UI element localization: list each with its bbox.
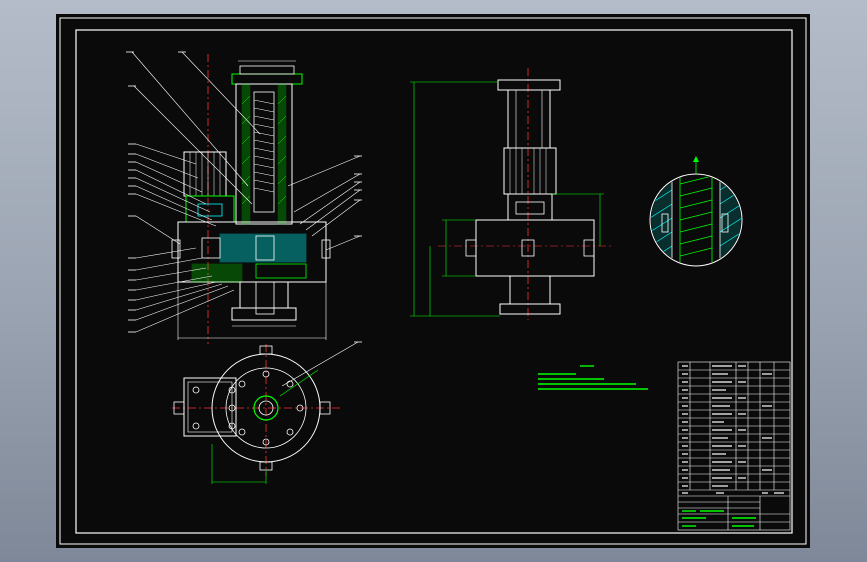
- detail-view[interactable]: [649, 156, 743, 267]
- sheet-outer-frame: [59, 17, 807, 545]
- top-view[interactable]: [172, 341, 362, 484]
- parts-list-table[interactable]: [677, 361, 791, 531]
- title-block-marks: [682, 510, 756, 527]
- engineering-drawing[interactable]: [56, 14, 810, 548]
- front-section-view[interactable]: [126, 51, 362, 344]
- cad-viewport[interactable]: [56, 14, 810, 548]
- technical-notes: [538, 365, 648, 390]
- side-view[interactable]: [410, 68, 612, 320]
